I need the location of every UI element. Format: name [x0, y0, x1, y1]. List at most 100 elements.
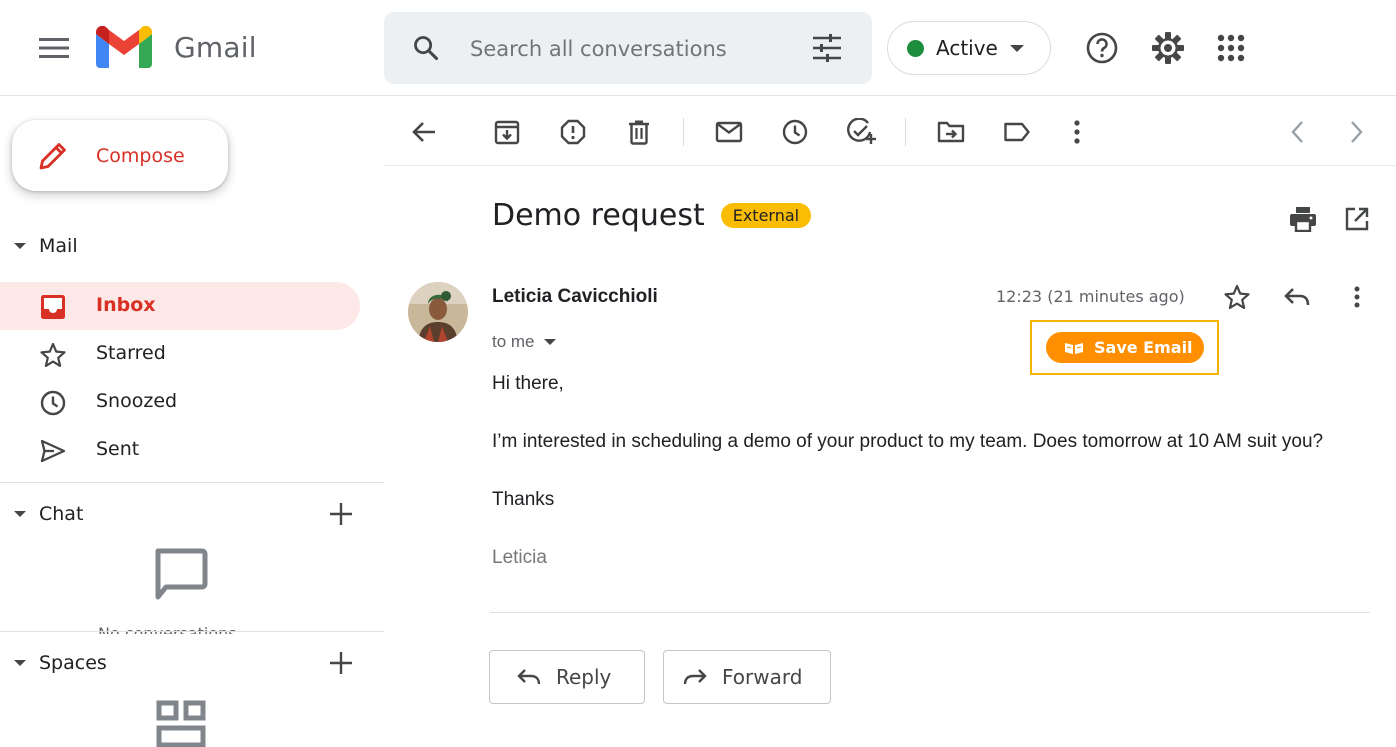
chat-section-title: Chat [39, 503, 84, 525]
help-button[interactable] [1080, 26, 1124, 70]
more-vert-icon [1074, 120, 1080, 144]
body-paragraph: I’m interested in scheduling a demo of y… [492, 431, 1324, 452]
sidebar-item-label: Starred [96, 342, 166, 364]
chat-empty-text: No conversations [98, 624, 237, 634]
email-subject: Demo request [492, 198, 705, 233]
mail-section-header[interactable]: Mail [0, 226, 384, 266]
sidebar-item-inbox[interactable]: Inbox [0, 282, 360, 330]
clock-icon [782, 119, 808, 145]
chevron-right-icon [1351, 121, 1363, 143]
sender-name: Leticia Cavicchioli [492, 286, 658, 307]
older-button[interactable] [1337, 112, 1377, 152]
collapse-triangle-icon [14, 511, 26, 517]
help-icon [1086, 32, 1118, 64]
archive-icon [494, 120, 520, 145]
message-more-button[interactable] [1342, 282, 1372, 312]
recipient-label: to me [492, 332, 535, 351]
plus-icon [330, 652, 352, 674]
save-email-highlight: Save Email [1030, 320, 1219, 375]
label-icon [1004, 122, 1030, 142]
top-bar: Gmail Active [0, 0, 1396, 96]
add-task-button[interactable] [841, 112, 881, 152]
body-closing: Thanks [492, 489, 555, 510]
sidebar-item-label: Inbox [96, 294, 156, 316]
app-name: Gmail [174, 30, 257, 64]
report-icon [560, 119, 586, 145]
apps-button[interactable] [1209, 26, 1253, 70]
clock-icon [40, 390, 66, 416]
chevron-down-icon [543, 339, 556, 345]
compose-button[interactable]: Compose [12, 120, 228, 191]
back-button[interactable] [404, 112, 444, 152]
sidebar-item-starred[interactable]: Starred [0, 330, 360, 378]
toolbar-separator [683, 118, 684, 146]
mail-icon [715, 121, 743, 143]
external-badge: External [720, 203, 812, 228]
plus-icon [330, 503, 352, 525]
main-menu-button[interactable] [32, 26, 76, 70]
message-divider [490, 612, 1370, 613]
forward-button[interactable]: Forward [663, 650, 831, 704]
settings-button[interactable] [1146, 26, 1190, 70]
star-icon [1224, 284, 1250, 309]
forward-label: Forward [722, 665, 803, 689]
report-spam-button[interactable] [553, 112, 593, 152]
collapse-triangle-icon [14, 243, 26, 249]
arrow-back-icon [412, 122, 435, 142]
save-email-button[interactable]: Save Email [1046, 332, 1204, 363]
more-vert-icon [1354, 286, 1360, 308]
sidebar-item-label: Snoozed [96, 390, 178, 412]
add-chat-button[interactable] [327, 500, 355, 528]
status-selector[interactable]: Active [887, 21, 1051, 75]
pencil-icon [39, 142, 66, 169]
collapse-triangle-icon [14, 660, 26, 666]
apps-grid-icon [1217, 34, 1245, 62]
archive-button[interactable] [487, 112, 527, 152]
spaces-empty-state [156, 700, 206, 747]
print-icon [1290, 207, 1316, 232]
more-options-button[interactable] [1057, 112, 1097, 152]
status-dot [907, 39, 924, 57]
chat-empty-state [150, 548, 210, 607]
gmail-logo[interactable]: Gmail [96, 26, 257, 68]
book-icon [1065, 342, 1083, 354]
reply-button[interactable]: Reply [489, 650, 645, 704]
print-button[interactable] [1286, 202, 1320, 236]
mark-unread-button[interactable] [709, 112, 749, 152]
spaces-section-header[interactable]: Spaces [0, 643, 384, 683]
body-greeting: Hi there, [492, 373, 564, 394]
move-to-button[interactable] [931, 112, 971, 152]
sidebar-item-label: Sent [96, 438, 140, 460]
search-options-icon[interactable] [812, 34, 842, 62]
newer-button[interactable] [1277, 112, 1317, 152]
search-bar[interactable] [384, 12, 872, 84]
sidebar-item-snoozed[interactable]: Snoozed [0, 378, 360, 426]
open-new-window-button[interactable] [1340, 202, 1374, 236]
reply-icon-button[interactable] [1282, 282, 1312, 312]
sidebar: Compose Mail Inbox Starred Snoozed Sent … [0, 96, 384, 747]
avatar-photo [408, 282, 468, 342]
label-button[interactable] [997, 112, 1037, 152]
open-in-new-icon [1345, 207, 1369, 231]
star-icon [40, 342, 66, 368]
chat-section-header[interactable]: Chat [0, 494, 384, 534]
snooze-button[interactable] [775, 112, 815, 152]
move-folder-icon [937, 121, 965, 143]
trash-icon [629, 120, 649, 145]
add-space-button[interactable] [327, 649, 355, 677]
chat-bubble-icon [155, 548, 208, 600]
search-icon[interactable] [412, 34, 440, 62]
body-signature: Leticia [492, 547, 547, 568]
spaces-grid-icon [156, 700, 206, 747]
chevron-left-icon [1291, 121, 1303, 143]
recipient-details-toggle[interactable]: to me [492, 332, 556, 352]
sender-avatar[interactable] [408, 282, 468, 342]
compose-label: Compose [96, 144, 185, 167]
delete-button[interactable] [619, 112, 659, 152]
sidebar-item-sent[interactable]: Sent [0, 426, 360, 474]
star-message-button[interactable] [1222, 282, 1252, 312]
search-input[interactable] [470, 34, 730, 64]
reply-icon [517, 669, 541, 685]
gmail-window: Gmail Active Compo [0, 0, 1396, 747]
send-icon [40, 438, 66, 464]
